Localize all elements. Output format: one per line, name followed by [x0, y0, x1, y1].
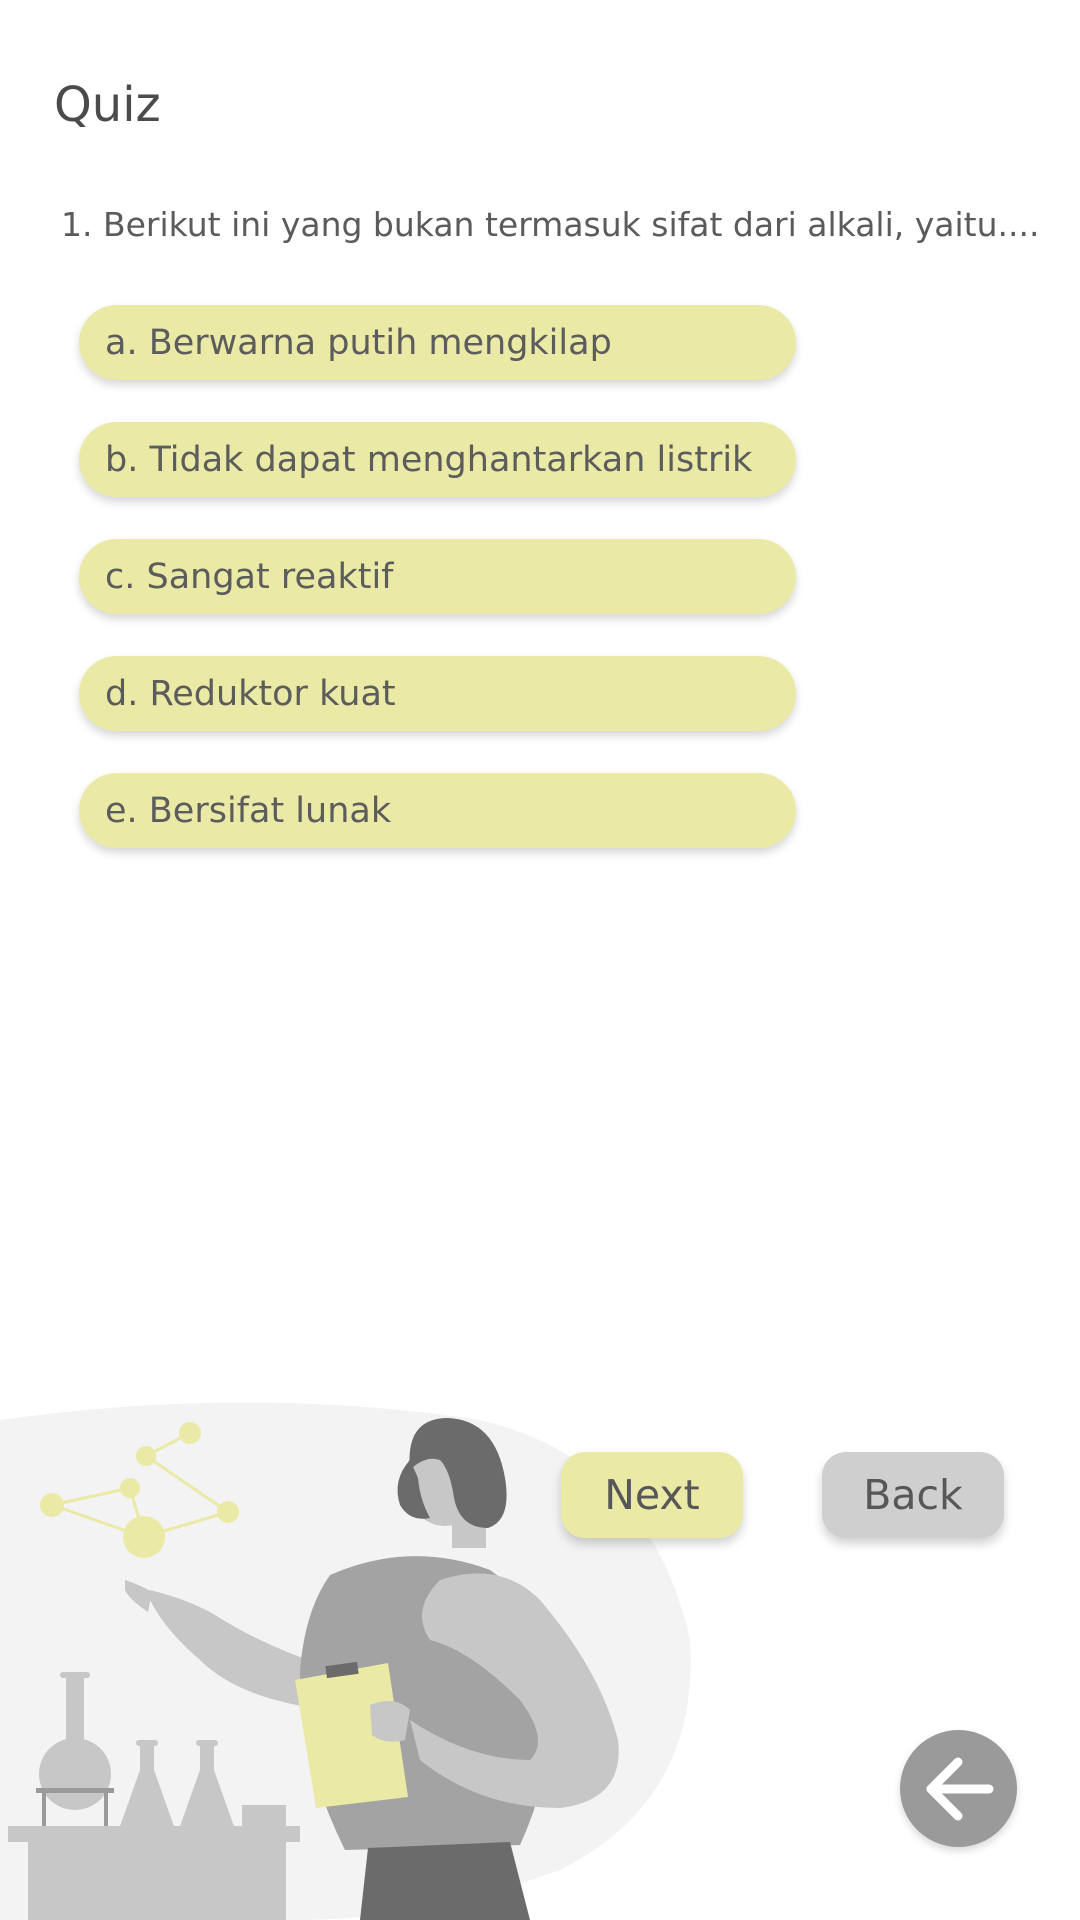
option-d-label: d. Reduktor kuat	[105, 673, 396, 714]
back-button[interactable]: Back	[822, 1452, 1004, 1538]
option-a-label: a. Berwarna putih mengkilap	[105, 322, 612, 363]
back-fab-button[interactable]	[900, 1730, 1017, 1847]
arrow-left-icon	[926, 1757, 994, 1821]
option-c-label: c. Sangat reaktif	[105, 556, 394, 597]
next-button[interactable]: Next	[561, 1452, 743, 1538]
option-d[interactable]: d. Reduktor kuat	[79, 656, 796, 731]
option-b-label: b. Tidak dapat menghantarkan listrik	[105, 439, 753, 480]
option-c[interactable]: c. Sangat reaktif	[79, 539, 796, 614]
question-text: 1. Berikut ini yang bukan termasuk sifat…	[61, 205, 1040, 244]
option-e-label: e. Bersifat lunak	[105, 790, 392, 831]
page-title: Quiz	[54, 77, 161, 133]
option-b[interactable]: b. Tidak dapat menghantarkan listrik	[79, 422, 796, 497]
option-a[interactable]: a. Berwarna putih mengkilap	[79, 305, 796, 380]
option-e[interactable]: e. Bersifat lunak	[79, 773, 796, 848]
